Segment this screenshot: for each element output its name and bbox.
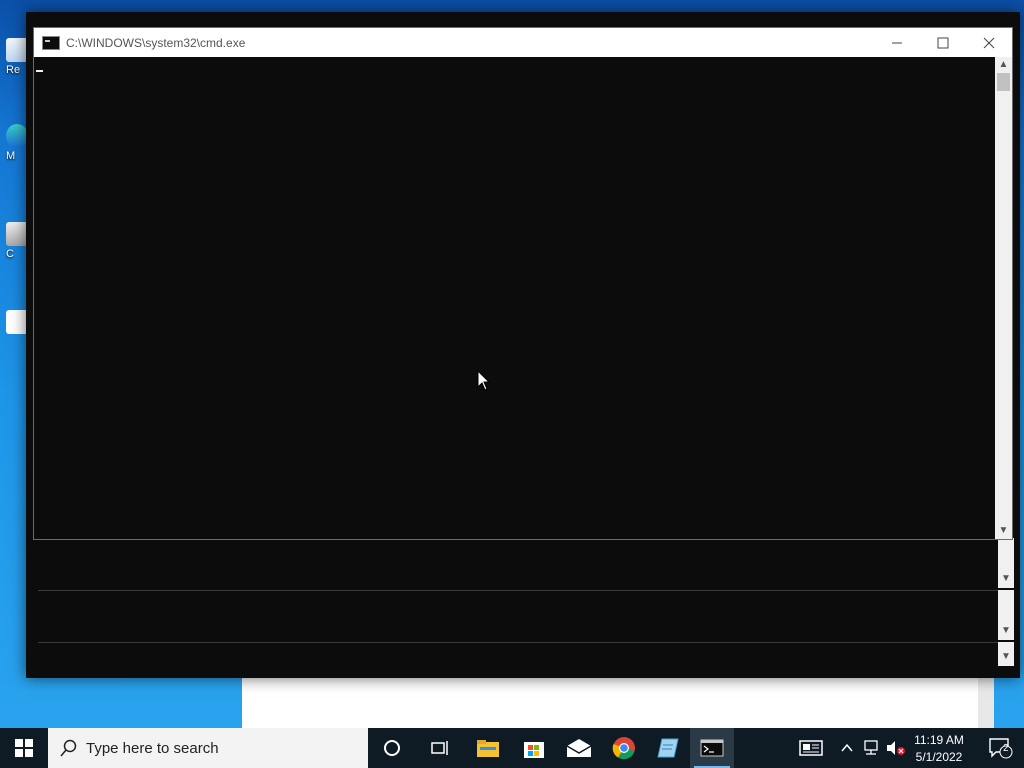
- console-pane: [38, 642, 998, 667]
- background-window-scrollbar: [978, 676, 994, 728]
- scroll-down-icon[interactable]: ▼: [998, 572, 1014, 586]
- network-icon: [864, 740, 878, 755]
- console-output[interactable]: [34, 57, 994, 539]
- clock-time: 11:19 AM: [914, 733, 964, 747]
- command-prompt-icon: [700, 739, 724, 757]
- recycle-bin-icon: [6, 38, 28, 62]
- chevron-up-icon: [841, 743, 853, 752]
- file-icon: [6, 310, 28, 334]
- chrome-button[interactable]: [602, 728, 646, 768]
- desktop-icon-label: M: [6, 150, 16, 162]
- console-scrollbar[interactable]: ▼: [998, 642, 1014, 666]
- window-title: C:\WINDOWS\system32\cmd.exe: [66, 35, 246, 50]
- notification-count-badge: 2: [1003, 743, 1009, 754]
- taskbar-search-box[interactable]: Type here to search: [48, 728, 368, 768]
- mouse-pointer-icon: [477, 370, 491, 391]
- app-shortcut-icon: [6, 222, 28, 246]
- maximize-button[interactable]: [920, 28, 966, 57]
- scroll-down-icon[interactable]: ▼: [998, 624, 1014, 638]
- command-prompt-taskbar-button[interactable]: [690, 728, 734, 768]
- microsoft-store-button[interactable]: [512, 728, 556, 768]
- task-view-icon: [431, 741, 448, 755]
- chrome-icon: [612, 737, 635, 760]
- scroll-up-icon[interactable]: ▲: [995, 58, 1012, 72]
- search-icon: [60, 739, 77, 757]
- vertical-scrollbar[interactable]: ▲ ▼: [995, 57, 1012, 539]
- notepad-button[interactable]: [646, 728, 690, 768]
- search-placeholder: Type here to search: [86, 739, 219, 757]
- close-button[interactable]: [966, 28, 1012, 57]
- minimize-icon: [892, 42, 902, 43]
- microsoft-store-icon: [524, 742, 544, 758]
- news-icon: [799, 740, 823, 756]
- console-pane: [38, 538, 998, 589]
- show-hidden-icons-button[interactable]: [836, 728, 858, 768]
- clock-date: 5/1/2022: [915, 750, 963, 764]
- console-scrollbar[interactable]: ▼: [998, 590, 1014, 640]
- network-button[interactable]: [860, 728, 882, 768]
- cmd-window[interactable]: C:\WINDOWS\system32\cmd.exe ▲ ▼: [33, 27, 1013, 540]
- desktop-icon-label: Re: [6, 64, 21, 76]
- file-explorer-button[interactable]: [466, 728, 510, 768]
- maximize-icon: [937, 37, 949, 48]
- notepad-icon: [657, 738, 679, 758]
- scroll-down-icon[interactable]: ▼: [995, 524, 1012, 538]
- action-center-button[interactable]: 2: [978, 728, 1022, 768]
- mail-icon: [566, 739, 592, 757]
- minimize-button[interactable]: [874, 28, 920, 57]
- edge-icon: [6, 124, 28, 148]
- console-pane: [38, 590, 998, 641]
- task-view-button[interactable]: [418, 728, 462, 768]
- volume-muted-icon: [887, 741, 905, 755]
- mail-button[interactable]: [557, 728, 601, 768]
- scrollbar-thumb[interactable]: [997, 73, 1010, 91]
- news-and-interests-button[interactable]: [789, 728, 833, 768]
- windows-logo-icon: [15, 739, 33, 757]
- cortana-icon: [384, 740, 400, 756]
- console-scrollbar[interactable]: ▼: [998, 538, 1014, 588]
- cortana-button[interactable]: [370, 728, 414, 768]
- notification-icon: [989, 738, 1013, 759]
- volume-button[interactable]: [884, 728, 908, 768]
- close-icon: [983, 37, 995, 48]
- title-bar[interactable]: C:\WINDOWS\system32\cmd.exe: [34, 28, 1012, 57]
- background-window: [242, 676, 994, 728]
- scroll-down-icon[interactable]: ▼: [998, 650, 1014, 664]
- cmd-app-icon[interactable]: [42, 35, 60, 50]
- system-clock[interactable]: 11:19 AM 5/1/2022: [908, 732, 970, 766]
- text-cursor: [36, 70, 43, 72]
- file-explorer-icon: [477, 740, 499, 757]
- desktop-icon-label: C: [6, 248, 14, 260]
- start-button[interactable]: [0, 728, 48, 768]
